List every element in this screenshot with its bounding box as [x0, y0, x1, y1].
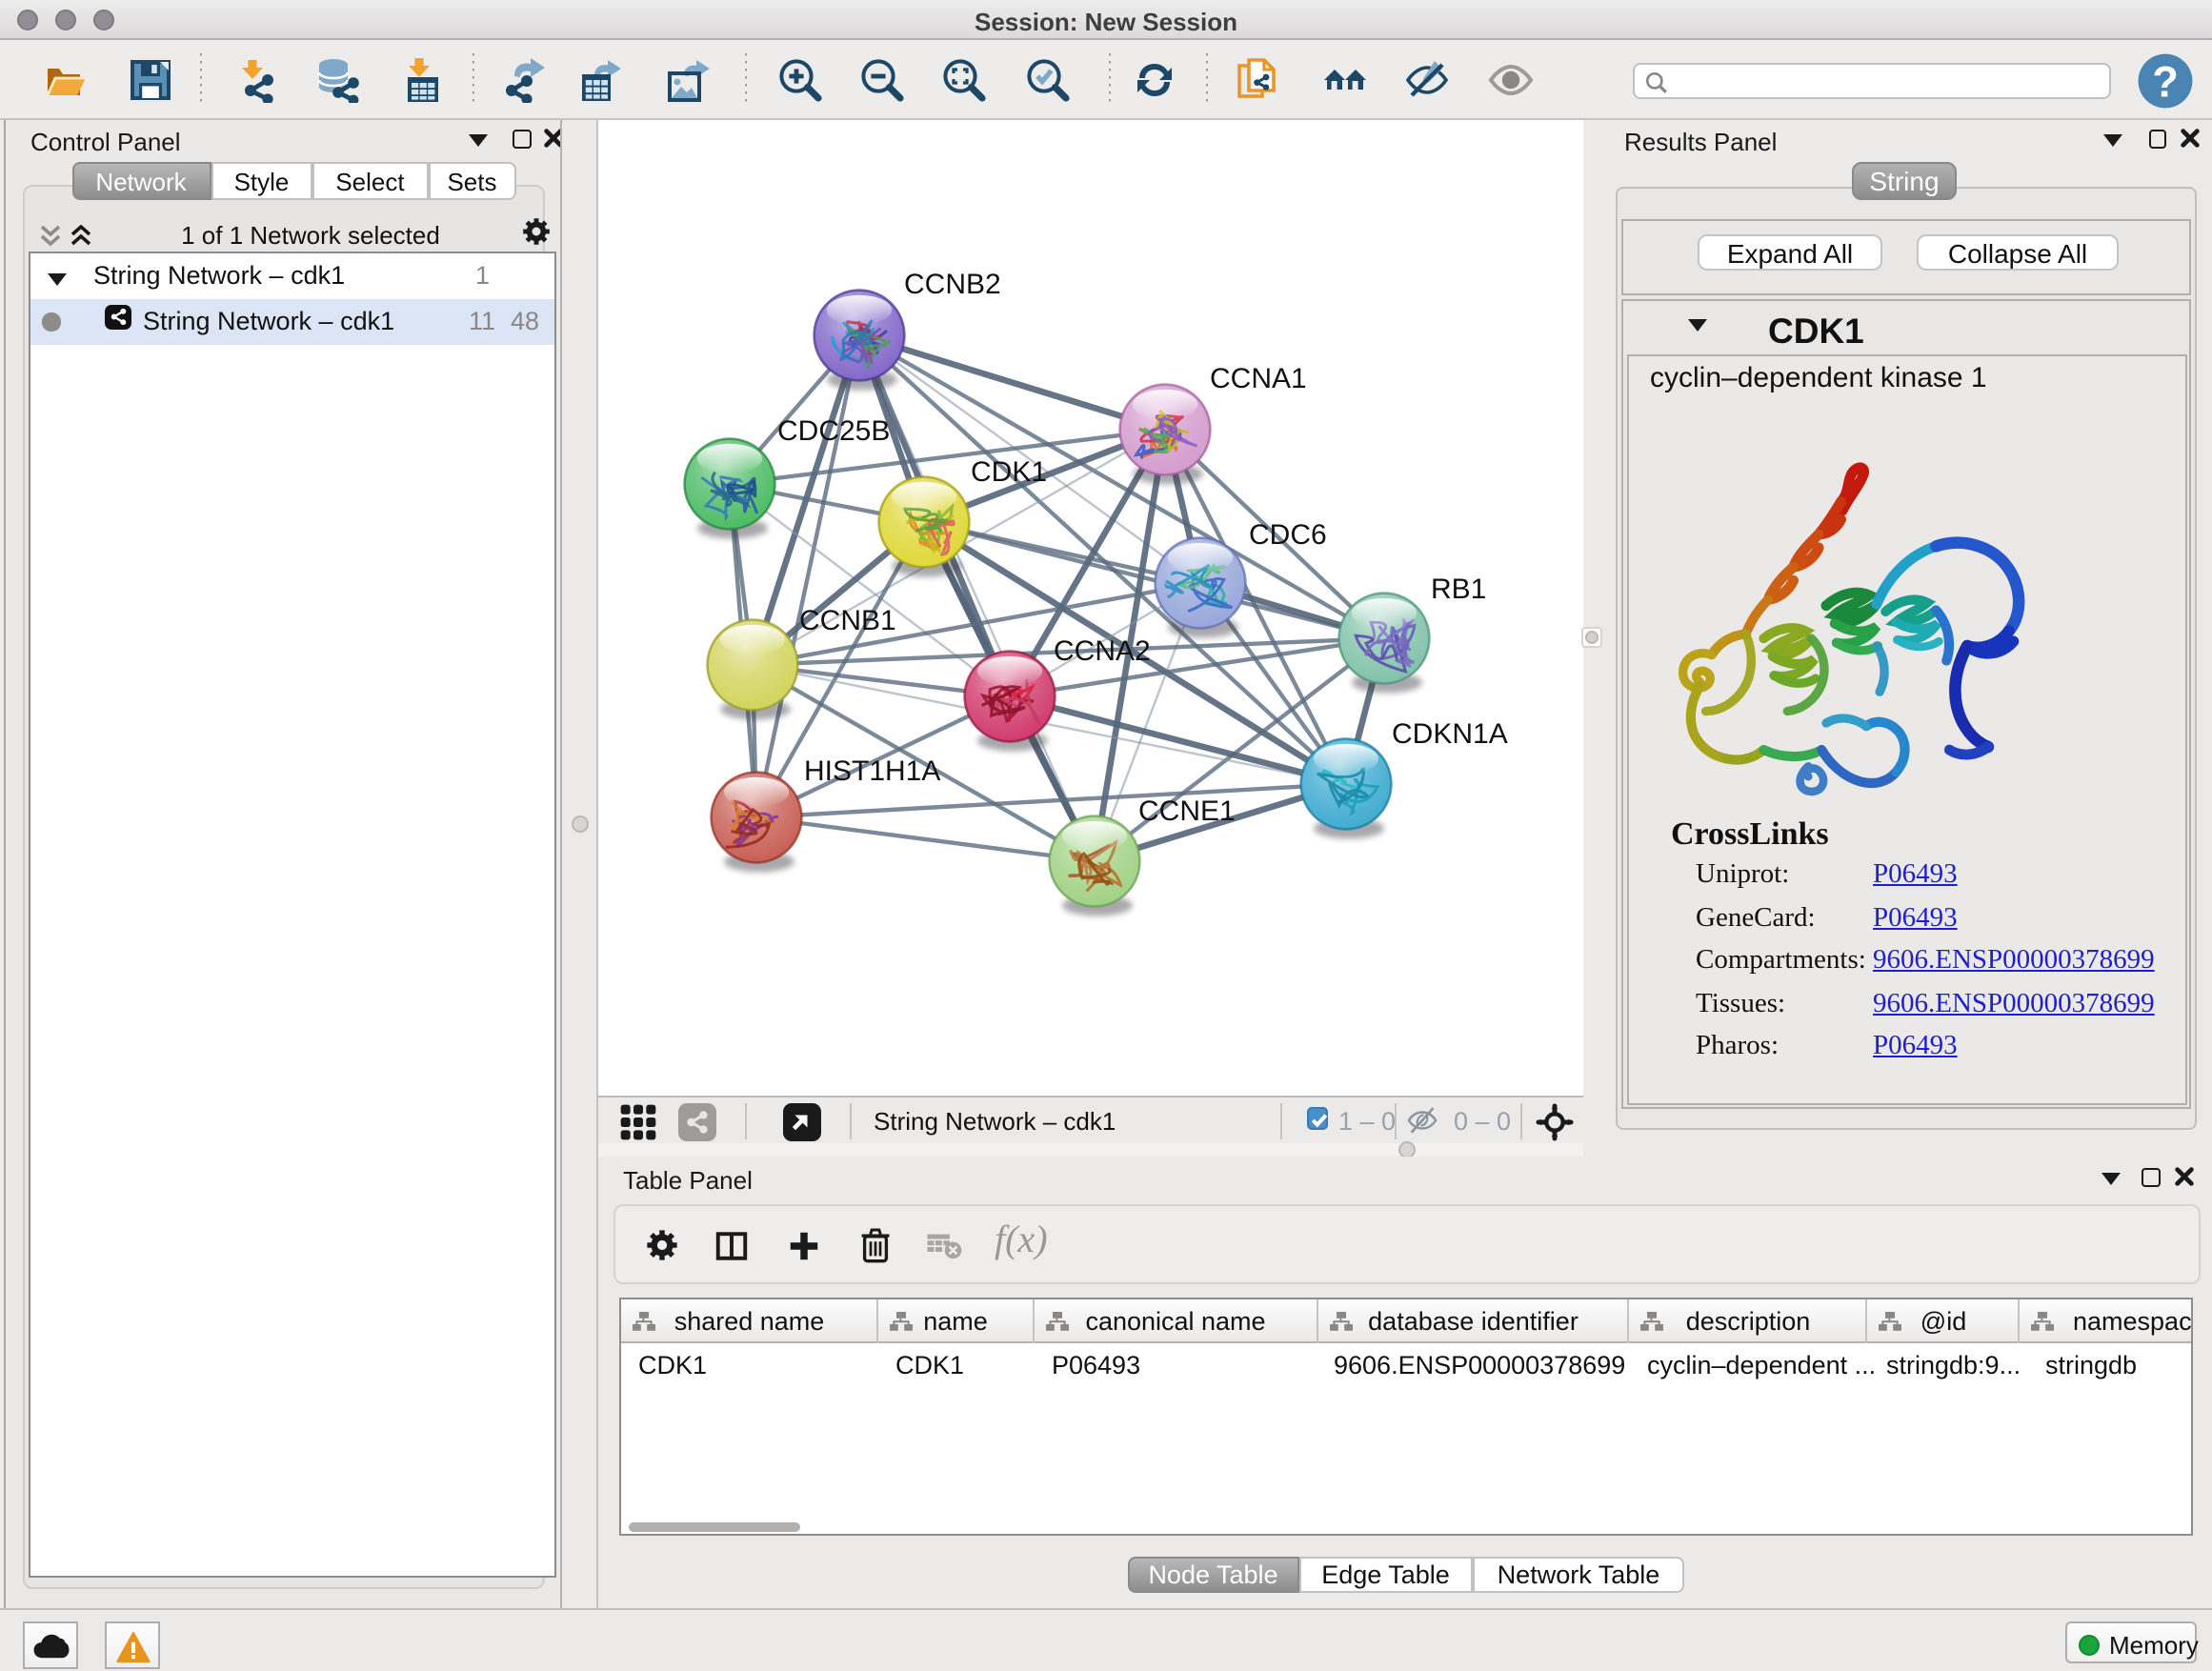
svg-text:CDKN1A: CDKN1A [1392, 718, 1508, 750]
svg-text:CCNB2: CCNB2 [904, 269, 1001, 300]
svg-text:CDC6: CDC6 [1249, 519, 1327, 551]
svg-text:HIST1H1A: HIST1H1A [804, 755, 940, 787]
svg-text:CCNA2: CCNA2 [1054, 635, 1151, 667]
svg-text:CDK1: CDK1 [971, 456, 1047, 488]
svg-text:CDC25B: CDC25B [777, 415, 890, 447]
svg-text:RB1: RB1 [1431, 574, 1486, 605]
svg-text:CCNA1: CCNA1 [1210, 363, 1307, 394]
svg-text:CCNB1: CCNB1 [799, 605, 896, 636]
svg-text:CCNE1: CCNE1 [1138, 795, 1236, 827]
svg-text:?: ? [2152, 56, 2179, 105]
